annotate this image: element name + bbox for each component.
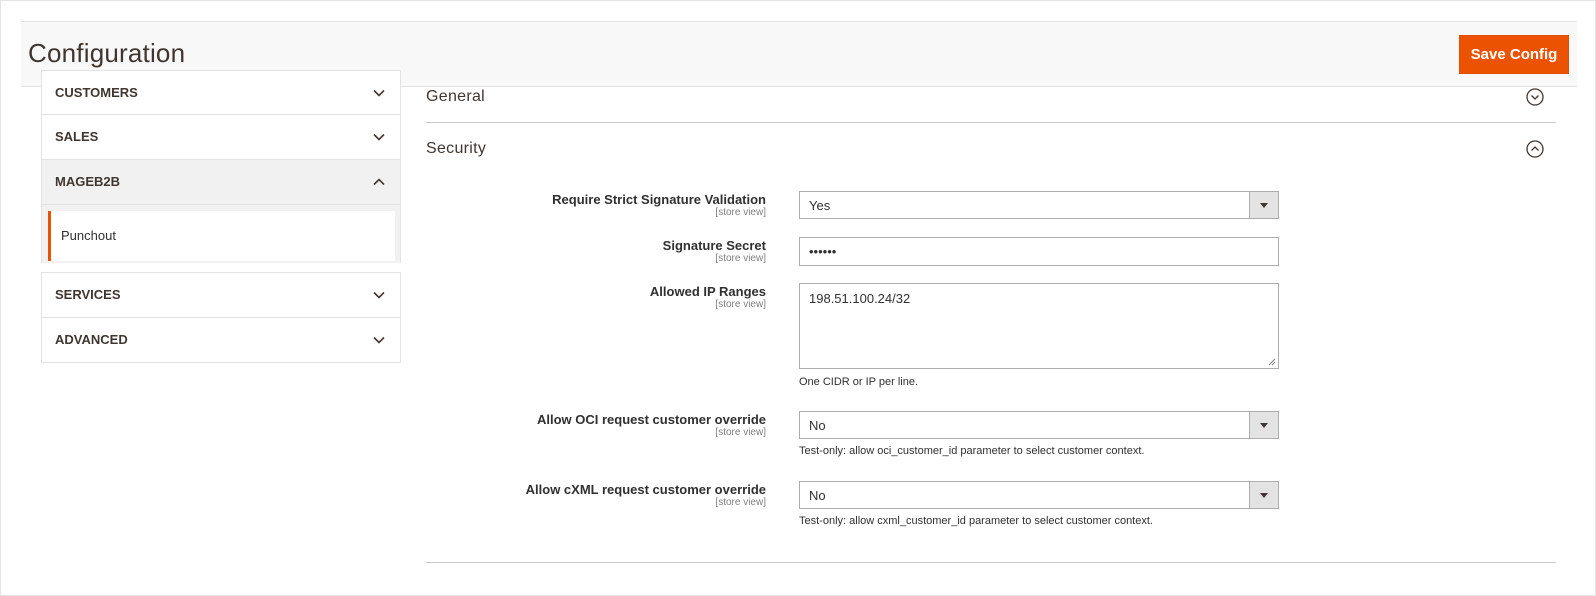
select-value: No bbox=[809, 418, 826, 433]
field-label-text: Signature Secret bbox=[662, 238, 766, 253]
field-note: One CIDR or IP per line. bbox=[799, 376, 919, 388]
field-note: Test-only: allow oci_customer_id paramet… bbox=[799, 445, 1145, 457]
sidebar-submenu-mageb2b: Punchout bbox=[41, 205, 401, 263]
field-scope: [store view] bbox=[715, 427, 766, 438]
sidebar-item-label: Punchout bbox=[61, 228, 116, 243]
section-title: General bbox=[426, 88, 486, 105]
save-config-button[interactable]: Save Config bbox=[1459, 35, 1569, 74]
textarea-value: 198.51.100.24/32 bbox=[809, 291, 911, 306]
dropdown-arrow-icon[interactable] bbox=[1249, 192, 1278, 218]
dropdown-arrow-icon[interactable] bbox=[1249, 412, 1278, 438]
sidebar-item-punchout[interactable]: Punchout bbox=[48, 211, 395, 261]
signature-secret-input[interactable] bbox=[799, 237, 1279, 266]
sidebar-section-customers[interactable]: CUSTOMERS bbox=[41, 70, 401, 116]
section-general-header[interactable]: General bbox=[426, 70, 1556, 123]
select-value: Yes bbox=[809, 198, 831, 213]
sidebar-section-label: SALES bbox=[55, 129, 99, 144]
collapse-circle-icon[interactable] bbox=[1526, 140, 1544, 158]
field-label-text: Allowed IP Ranges bbox=[649, 284, 766, 299]
sidebar-section-label: CUSTOMERS bbox=[55, 85, 138, 100]
sidebar-section-label: SERVICES bbox=[55, 287, 121, 302]
sidebar-section-label: MAGEB2B bbox=[55, 174, 121, 189]
strict-signature-select[interactable]: Yes bbox=[799, 191, 1279, 219]
sidebar-section-advanced[interactable]: ADVANCED bbox=[41, 317, 401, 363]
field-label-allowed-ip: Allowed IP Ranges [store view] bbox=[650, 284, 766, 310]
expand-circle-icon[interactable] bbox=[1526, 88, 1544, 106]
field-scope: [store view] bbox=[715, 497, 766, 508]
field-label-oci-override: Allow OCI request customer override [sto… bbox=[537, 412, 766, 438]
chevron-up-icon bbox=[373, 178, 385, 186]
sidebar-section-sales[interactable]: SALES bbox=[41, 114, 401, 160]
field-label-cxml-override: Allow cXML request customer override [st… bbox=[526, 482, 766, 508]
sidebar-section-services[interactable]: SERVICES bbox=[41, 272, 401, 318]
sidebar-section-label: ADVANCED bbox=[55, 332, 128, 347]
field-note: Test-only: allow cxml_customer_id parame… bbox=[799, 515, 1153, 527]
section-title: Security bbox=[426, 140, 487, 157]
chevron-down-icon bbox=[373, 291, 385, 299]
page-frame: Configuration Save Config CUSTOMERS SALE… bbox=[0, 0, 1596, 596]
field-scope: [store view] bbox=[715, 207, 766, 218]
field-label-strict-signature: Require Strict Signature Validation [sto… bbox=[552, 192, 766, 218]
field-label-text: Allow OCI request customer override bbox=[536, 412, 766, 427]
section-divider bbox=[426, 562, 1556, 563]
field-label-text: Require Strict Signature Validation bbox=[552, 192, 766, 207]
allowed-ip-textarea[interactable]: 198.51.100.24/32 bbox=[799, 283, 1279, 369]
chevron-down-icon bbox=[373, 133, 385, 141]
resize-handle-icon[interactable] bbox=[1268, 358, 1276, 366]
oci-override-select[interactable]: No bbox=[799, 411, 1279, 439]
field-label-signature-secret: Signature Secret [store view] bbox=[663, 238, 766, 264]
sidebar-section-mageb2b[interactable]: MAGEB2B bbox=[41, 159, 401, 205]
select-value: No bbox=[809, 488, 826, 503]
chevron-down-icon bbox=[373, 336, 385, 344]
field-label-text: Allow cXML request customer override bbox=[525, 482, 766, 497]
field-scope: [store view] bbox=[715, 299, 766, 310]
chevron-down-icon bbox=[373, 89, 385, 97]
section-security-header[interactable]: Security bbox=[426, 123, 1556, 176]
dropdown-arrow-icon[interactable] bbox=[1249, 482, 1278, 508]
page-title: Configuration bbox=[28, 38, 186, 68]
cxml-override-select[interactable]: No bbox=[799, 481, 1279, 509]
field-scope: [store view] bbox=[715, 253, 766, 264]
